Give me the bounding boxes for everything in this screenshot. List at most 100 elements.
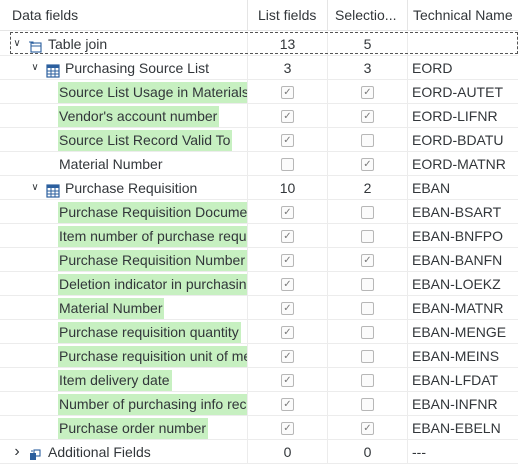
chevron-down-icon[interactable]: ∨: [28, 176, 42, 200]
selection-checkbox[interactable]: [361, 349, 374, 363]
field-row[interactable]: Purchase Requisition Document Type ✓ EBAN-…: [0, 200, 518, 224]
technical-name-cell: EBAN-INFNR: [408, 392, 518, 416]
list-field-checkbox[interactable]: ✓: [281, 325, 294, 339]
selection-checkbox[interactable]: ✓: [361, 253, 374, 267]
data-field-cell: Purchase order number: [0, 416, 248, 440]
selection-checkbox[interactable]: [361, 133, 374, 147]
list-field-checkbox[interactable]: ✓: [281, 229, 294, 243]
data-field-cell: Number of purchasing info record: [0, 392, 248, 416]
list-fields-cell: ✓: [248, 416, 328, 440]
selection-checkbox[interactable]: [361, 397, 374, 411]
list-fields-cell: ✓: [248, 296, 328, 320]
technical-name: EBAN-EBELN: [412, 420, 501, 436]
data-field-cell: Purchase Requisition Document Type: [0, 200, 248, 224]
chevron-down-icon[interactable]: ∨: [10, 32, 24, 56]
field-row[interactable]: Purchase requisition quantity ✓ EBAN-MENGE: [0, 320, 518, 344]
field-row[interactable]: Purchase order number ✓ ✓ EBAN-EBELN: [0, 416, 518, 440]
selection-cell: ✓: [328, 248, 408, 272]
list-field-checkbox[interactable]: ✓: [281, 205, 294, 219]
technical-name: EBAN-BANFN: [412, 252, 503, 268]
header-selection[interactable]: Selectio...: [328, 0, 408, 31]
chevron-right-icon[interactable]: ›: [10, 440, 24, 464]
node-row[interactable]: › Additional Fields 0 0 ---: [0, 440, 518, 464]
list-field-checkbox[interactable]: ✓: [281, 373, 294, 387]
field-row[interactable]: Source List Usage in Materials ✓ ✓ EORD-AUT…: [0, 80, 518, 104]
selection-checkbox[interactable]: [361, 325, 374, 339]
selection-cell: ✓: [328, 104, 408, 128]
field-label: Purchase requisition quantity: [58, 322, 241, 343]
list-field-checkbox[interactable]: ✓: [281, 277, 294, 291]
technical-name-cell: EBAN-MENGE: [408, 320, 518, 344]
list-field-checkbox[interactable]: ✓: [281, 301, 294, 315]
field-row[interactable]: Deletion indicator in purchasing documen…: [0, 272, 518, 296]
selection-cell: [328, 320, 408, 344]
data-field-cell: Deletion indicator in purchasing documen…: [0, 272, 248, 296]
field-label: Source List Usage in Materials: [58, 82, 247, 103]
list-field-checkbox[interactable]: ✓: [281, 397, 294, 411]
header-list-fields[interactable]: List fields: [248, 0, 328, 31]
field-row[interactable]: Purchase Requisition Number ✓ ✓ EBAN-BANFN: [0, 248, 518, 272]
selection-checkbox[interactable]: [361, 277, 374, 291]
field-row[interactable]: Item delivery date ✓ EBAN-LFDAT: [0, 368, 518, 392]
selection-checkbox[interactable]: [361, 301, 374, 315]
technical-name-cell: EORD-BDATU: [408, 128, 518, 152]
field-label: Item number of purchase requisition: [58, 226, 247, 247]
node-row[interactable]: ∨ Purchase Requisition 10 2 EBAN: [0, 176, 518, 200]
selection-checkbox[interactable]: [361, 229, 374, 243]
data-field-cell: Item number of purchase requisition: [0, 224, 248, 248]
node-row[interactable]: ∨ Purchasing Source List 3 3 EORD: [0, 56, 518, 80]
selection-checkbox[interactable]: [361, 373, 374, 387]
field-row[interactable]: Item number of purchase requisition ✓ EBAN…: [0, 224, 518, 248]
list-field-checkbox[interactable]: ✓: [281, 349, 294, 363]
field-row[interactable]: Vendor's account number ✓ ✓ EORD-LIFNR: [0, 104, 518, 128]
field-label: Item delivery date: [58, 370, 172, 391]
field-row[interactable]: Purchase requisition unit of measure ✓ EBA…: [0, 344, 518, 368]
header-data-fields[interactable]: Data fields: [0, 0, 248, 31]
technical-name: EBAN-INFNR: [412, 396, 498, 412]
list-field-checkbox[interactable]: ✓: [281, 85, 294, 99]
field-row[interactable]: Material Number ✓ EBAN-MATNR: [0, 296, 518, 320]
technical-name: EORD: [412, 60, 453, 76]
node-row[interactable]: ∨ Table join 13 5: [0, 32, 518, 56]
data-field-cell: Purchase Requisition Number: [0, 248, 248, 272]
selection-checkbox[interactable]: [361, 205, 374, 219]
selection-checkbox[interactable]: ✓: [361, 157, 374, 171]
selection-checkbox[interactable]: ✓: [361, 85, 374, 99]
list-field-checkbox[interactable]: ✓: [281, 133, 294, 147]
technical-name-cell: EBAN-BANFN: [408, 248, 518, 272]
data-fields-tree-table: Data fields List fields Selectio... Tech…: [0, 0, 518, 467]
technical-name: EBAN-LOEKZ: [412, 276, 501, 292]
technical-name-cell: ---: [408, 440, 518, 464]
data-field-cell: ∨ Table join: [0, 32, 248, 56]
selection-cell: [328, 272, 408, 296]
field-label: Purchase Requisition Number: [58, 250, 247, 271]
list-fields-cell: ✓: [248, 368, 328, 392]
list-field-checkbox[interactable]: ✓: [281, 253, 294, 267]
data-field-cell: Purchase requisition quantity: [0, 320, 248, 344]
chevron-down-icon[interactable]: ∨: [28, 56, 42, 80]
list-field-checkbox[interactable]: ✓: [281, 421, 294, 435]
list-field-checkbox[interactable]: [281, 157, 294, 171]
field-row[interactable]: Material Number ✓ EORD-MATNR: [0, 152, 518, 176]
list-field-checkbox[interactable]: ✓: [281, 109, 294, 123]
selection-count: 3: [363, 60, 372, 76]
field-row[interactable]: Number of purchasing info record ✓ EBAN-IN…: [0, 392, 518, 416]
technical-name-cell: EORD-AUTET: [408, 80, 518, 104]
header-technical-name[interactable]: Technical Name: [408, 0, 518, 31]
technical-name-cell: EBAN-MATNR: [408, 296, 518, 320]
data-field-cell: › Additional Fields: [0, 440, 248, 464]
list-fields-cell: ✓: [248, 104, 328, 128]
data-field-cell: Vendor's account number: [0, 104, 248, 128]
data-field-cell: Material Number: [0, 296, 248, 320]
technical-name: EBAN-MEINS: [412, 348, 500, 364]
selection-checkbox[interactable]: ✓: [361, 109, 374, 123]
list-fields-cell: ✓: [248, 344, 328, 368]
selection-checkbox[interactable]: ✓: [361, 421, 374, 435]
selection-cell: ✓: [328, 152, 408, 176]
technical-name: EBAN: [412, 180, 451, 196]
technical-name: ---: [412, 444, 426, 460]
data-field-cell: ∨ Purchasing Source List: [0, 56, 248, 80]
field-row[interactable]: Source List Record Valid To ✓ EORD-BDATU: [0, 128, 518, 152]
data-field-cell: Source List Usage in Materials: [0, 80, 248, 104]
field-label: Deletion indicator in purchasing documen…: [58, 274, 247, 295]
